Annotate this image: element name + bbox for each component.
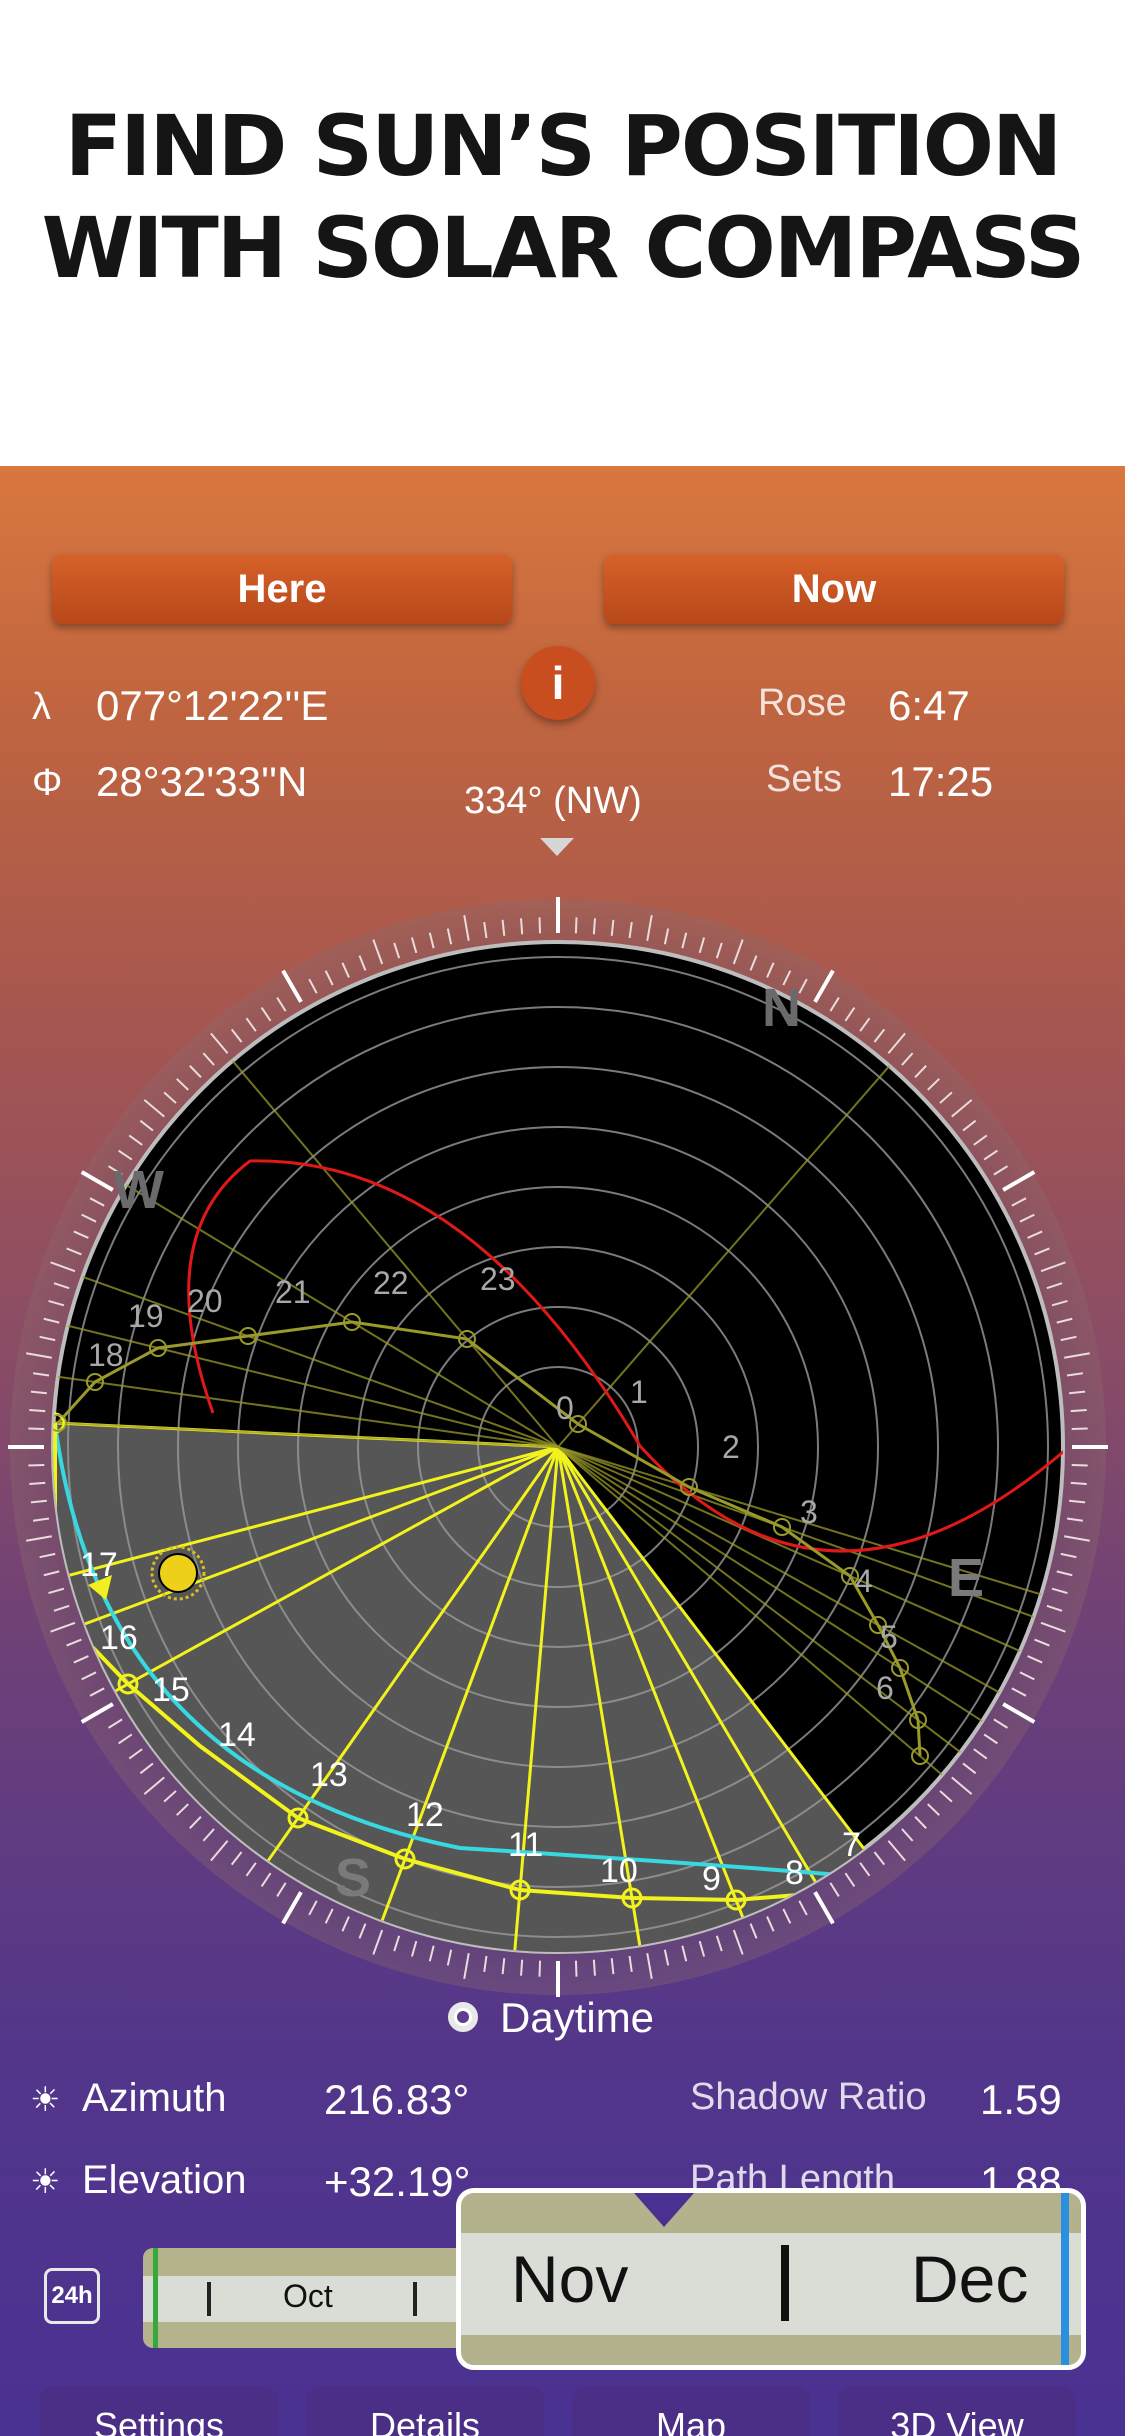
compass-tick <box>592 918 596 935</box>
heading-readout: 334° (NW) <box>464 780 642 822</box>
sunrise-time: 6:47 <box>888 682 970 729</box>
hour-label: 9 <box>702 1860 721 1898</box>
here-button[interactable]: Here <box>52 554 512 624</box>
hour-label: 8 <box>785 1854 804 1892</box>
compass-tick <box>520 918 524 935</box>
summer-hour-label: 6 <box>876 1670 894 1706</box>
cardinal-e: E <box>948 1548 984 1608</box>
zoom-month-left: Nov <box>511 2242 629 2316</box>
summer-hour-label: 19 <box>128 1298 164 1334</box>
timeline-zoom-magnifier: Nov Dec <box>456 2188 1086 2370</box>
tab-details[interactable]: Details <box>306 2386 544 2436</box>
hour-label: 14 <box>218 1716 256 1754</box>
compass-tick <box>1071 1463 1088 1467</box>
hour-label: 12 <box>406 1796 444 1834</box>
sunset-label: Sets <box>766 758 843 800</box>
shadow-ratio-value: 1.59 <box>980 2076 1062 2123</box>
compass-tick <box>520 1959 524 1976</box>
azimuth-value: 216.83° <box>324 2076 470 2123</box>
summer-hour-label: 3 <box>800 1494 818 1530</box>
compass-tick <box>28 1427 45 1431</box>
timeline-month-divider <box>207 2282 211 2316</box>
tab-3d-view[interactable]: 3D View <box>838 2386 1076 2436</box>
summer-hour-label: 23 <box>480 1261 516 1297</box>
tab-map[interactable]: Map <box>572 2386 810 2436</box>
hour-label: 10 <box>600 1852 638 1890</box>
compass-tick <box>29 1409 46 1413</box>
sunset-time: 17:25 <box>888 758 994 805</box>
hour-label: 7 <box>842 1826 861 1864</box>
latitude-value: 28°32'33''N <box>96 758 308 805</box>
cardinal-w: W <box>113 1160 164 1220</box>
summer-hour-label: 5 <box>880 1619 898 1655</box>
elevation-sun-icon: ☀ <box>30 2163 61 2201</box>
timeline-month-divider <box>413 2282 417 2316</box>
summer-hour-label: 22 <box>373 1265 409 1301</box>
zoom-current-date-marker <box>1061 2193 1069 2365</box>
summer-hour-label: 18 <box>88 1337 124 1373</box>
azimuth-sun-icon: ☀ <box>30 2081 61 2119</box>
zoom-month-right: Dec <box>911 2242 1029 2316</box>
sun-icon[interactable] <box>158 1553 198 1593</box>
daytime-radio[interactable] <box>448 2002 478 2032</box>
elevation-label: Elevation <box>82 2158 247 2202</box>
headline-line-2: WITH SOLAR COMPASS <box>41 199 1086 297</box>
24h-toggle[interactable]: 24h <box>44 2268 100 2324</box>
daytime-label: Daytime <box>500 1994 655 2041</box>
hour-label: 11 <box>508 1826 543 1864</box>
compass-tick <box>574 1960 578 1977</box>
zoom-month-divider <box>781 2245 789 2321</box>
summer-hour-label: 4 <box>855 1563 873 1599</box>
hour-label: 15 <box>152 1671 190 1709</box>
summer-hour-label: 21 <box>275 1274 311 1310</box>
cardinal-s: S <box>335 1848 371 1908</box>
summer-hour-label: 2 <box>722 1429 740 1465</box>
latitude-symbol: Φ <box>32 762 63 804</box>
elevation-value: +32.19° <box>324 2158 471 2205</box>
compass-tick <box>538 1960 542 1977</box>
hour-label: 13 <box>310 1756 348 1794</box>
longitude-value: 077°12'22''E <box>96 682 329 729</box>
info-icon[interactable]: i <box>521 646 595 720</box>
azimuth-label: Azimuth <box>82 2076 227 2120</box>
timeline-month-label: Oct <box>283 2278 333 2314</box>
headline-line-1: FIND SUN’S POSITION <box>64 97 1063 195</box>
timeline-today-marker <box>153 2248 158 2348</box>
hour-label: 17 <box>80 1546 118 1584</box>
cardinal-n: N <box>762 978 801 1038</box>
now-button[interactable]: Now <box>604 554 1064 624</box>
compass-tick <box>1071 1427 1088 1431</box>
compass-tick <box>28 1463 45 1467</box>
hour-label: 16 <box>100 1619 138 1657</box>
compass-tick <box>1070 1409 1087 1413</box>
compass-tick <box>1070 1481 1087 1485</box>
solar-compass-dial[interactable]: N E S W 78910111213141516171234561819 20 2… <box>0 856 1125 2036</box>
app-screen: Here Now i λ 077°12'22''E Φ 28°32'33''N … <box>0 466 1125 2436</box>
longitude-symbol: λ <box>32 686 51 728</box>
promo-headline: FIND SUN’S POSITION WITH SOLAR COMPASS <box>0 95 1125 299</box>
shadow-ratio-label: Shadow Ratio <box>690 2076 927 2118</box>
compass-tick <box>574 917 578 934</box>
sunrise-label: Rose <box>758 682 847 724</box>
compass-tick <box>538 917 542 934</box>
compass-tick <box>29 1481 46 1485</box>
summer-hour-label: 1 <box>630 1374 648 1410</box>
tab-settings[interactable]: Settings <box>40 2386 278 2436</box>
summer-hour-label: 20 <box>187 1283 223 1319</box>
compass-tick <box>592 1959 596 1976</box>
heading-pointer <box>540 838 574 856</box>
summer-hour-label: 0 <box>556 1390 574 1426</box>
zoom-position-marker <box>634 2193 694 2227</box>
